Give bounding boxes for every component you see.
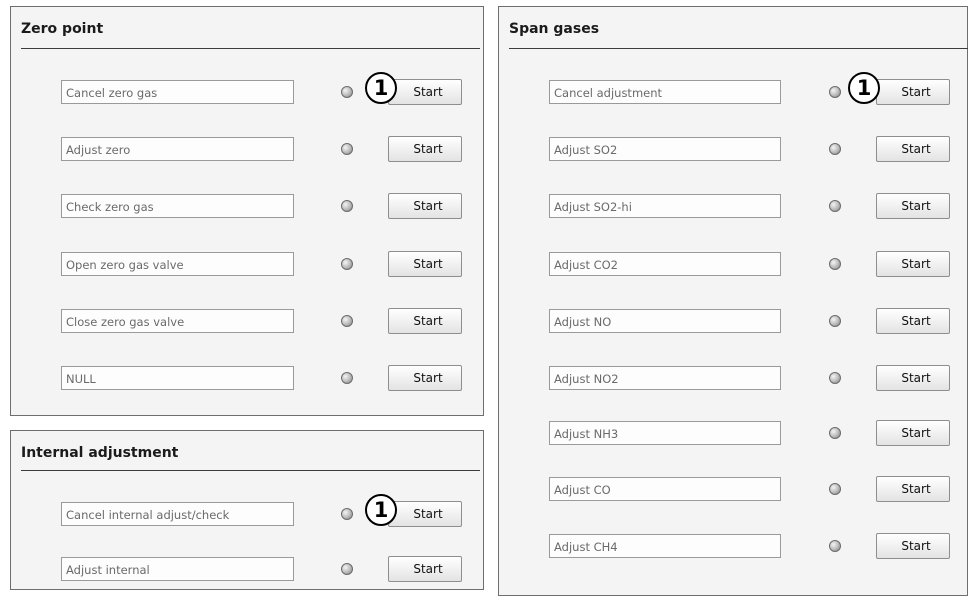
span-row-adjust-so2: Adjust SO2 Start [499, 136, 967, 163]
callout-1-icon: 1 [848, 72, 880, 104]
span-row-adjust-co2: Adjust CO2 Start [499, 251, 967, 278]
status-led-icon [341, 372, 353, 384]
status-led-icon [829, 483, 841, 495]
span-row-adjust-nh3: Adjust NH3 Start [499, 420, 967, 447]
span-gases-divider [509, 48, 968, 49]
status-led-icon [829, 143, 841, 155]
cancel-zero-gas-start-button[interactable]: Start [388, 79, 462, 105]
cancel-zero-gas-field: Cancel zero gas [61, 80, 294, 104]
internal-adjustment-panel: Internal adjustment Cancel internal adju… [10, 430, 484, 590]
cancel-adjustment-field: Cancel adjustment [549, 80, 781, 104]
internal-adjustment-title: Internal adjustment [21, 445, 179, 461]
span-row-adjust-ch4: Adjust CH4 Start [499, 533, 967, 560]
null-field: NULL [61, 366, 294, 390]
status-led-icon [829, 540, 841, 552]
status-led-icon [341, 508, 353, 520]
zero-point-divider [21, 48, 480, 49]
adjust-no2-field: Adjust NO2 [549, 366, 781, 390]
cancel-internal-adjust-field: Cancel internal adjust/check [61, 502, 294, 526]
adjust-no-field: Adjust NO [549, 309, 781, 333]
adjust-nh3-start-button[interactable]: Start [876, 420, 950, 446]
adjust-co2-start-button[interactable]: Start [876, 251, 950, 277]
check-zero-gas-start-button[interactable]: Start [388, 193, 462, 219]
adjust-ch4-field: Adjust CH4 [549, 534, 781, 558]
span-gases-title: Span gases [509, 21, 600, 37]
callout-1-icon: 1 [365, 72, 397, 104]
close-zero-gas-valve-start-button[interactable]: Start [388, 308, 462, 334]
open-zero-gas-valve-field: Open zero gas valve [61, 252, 294, 276]
adjust-so2-hi-field: Adjust SO2-hi [549, 194, 781, 218]
cancel-adjustment-start-button[interactable]: Start [876, 79, 950, 105]
span-row-adjust-no: Adjust NO Start [499, 308, 967, 335]
adjust-co-start-button[interactable]: Start [876, 476, 950, 502]
callout-1-icon: 1 [365, 494, 397, 526]
null-start-button[interactable]: Start [388, 365, 462, 391]
close-zero-gas-valve-field: Close zero gas valve [61, 309, 294, 333]
status-led-icon [341, 563, 353, 575]
zero-row-check-zero-gas: Check zero gas Start [11, 193, 483, 220]
status-led-icon [829, 372, 841, 384]
adjust-nh3-field: Adjust NH3 [549, 421, 781, 445]
status-led-icon [829, 427, 841, 439]
zero-point-panel: Zero point Cancel zero gas Start 1 Adjus… [10, 6, 484, 416]
check-zero-gas-field: Check zero gas [61, 194, 294, 218]
status-led-icon [829, 315, 841, 327]
span-row-adjust-co: Adjust CO Start [499, 476, 967, 503]
adjust-co2-field: Adjust CO2 [549, 252, 781, 276]
span-row-adjust-no2: Adjust NO2 Start [499, 365, 967, 392]
zero-row-null: NULL Start [11, 365, 483, 392]
zero-row-cancel-zero-gas: Cancel zero gas Start 1 [11, 72, 483, 106]
status-led-icon [829, 86, 841, 98]
internal-row-adjust: Adjust internal Start [11, 556, 483, 583]
adjust-internal-field: Adjust internal [61, 557, 294, 581]
adjust-no2-start-button[interactable]: Start [876, 365, 950, 391]
adjust-internal-start-button[interactable]: Start [388, 556, 462, 582]
status-led-icon [341, 315, 353, 327]
status-led-icon [341, 143, 353, 155]
status-led-icon [341, 86, 353, 98]
open-zero-gas-valve-start-button[interactable]: Start [388, 251, 462, 277]
adjust-zero-start-button[interactable]: Start [388, 136, 462, 162]
internal-row-cancel: Cancel internal adjust/check Start 1 [11, 494, 483, 528]
zero-row-open-zero-gas-valve: Open zero gas valve Start [11, 251, 483, 278]
status-led-icon [829, 258, 841, 270]
adjust-so2-hi-start-button[interactable]: Start [876, 193, 950, 219]
span-gases-panel: Span gases Cancel adjustment Start 1 Adj… [498, 6, 968, 596]
adjust-co-field: Adjust CO [549, 477, 781, 501]
cancel-internal-adjust-start-button[interactable]: Start [388, 501, 462, 527]
status-led-icon [341, 200, 353, 212]
adjust-so2-start-button[interactable]: Start [876, 136, 950, 162]
zero-row-adjust-zero: Adjust zero Start [11, 136, 483, 163]
zero-point-title: Zero point [21, 21, 104, 37]
internal-adjustment-divider [21, 470, 480, 471]
zero-row-close-zero-gas-valve: Close zero gas valve Start [11, 308, 483, 335]
adjust-ch4-start-button[interactable]: Start [876, 533, 950, 559]
span-row-adjust-so2-hi: Adjust SO2-hi Start [499, 193, 967, 220]
span-row-cancel-adjustment: Cancel adjustment Start 1 [499, 72, 967, 106]
adjust-so2-field: Adjust SO2 [549, 137, 781, 161]
adjust-no-start-button[interactable]: Start [876, 308, 950, 334]
status-led-icon [341, 258, 353, 270]
status-led-icon [829, 200, 841, 212]
adjust-zero-field: Adjust zero [61, 137, 294, 161]
